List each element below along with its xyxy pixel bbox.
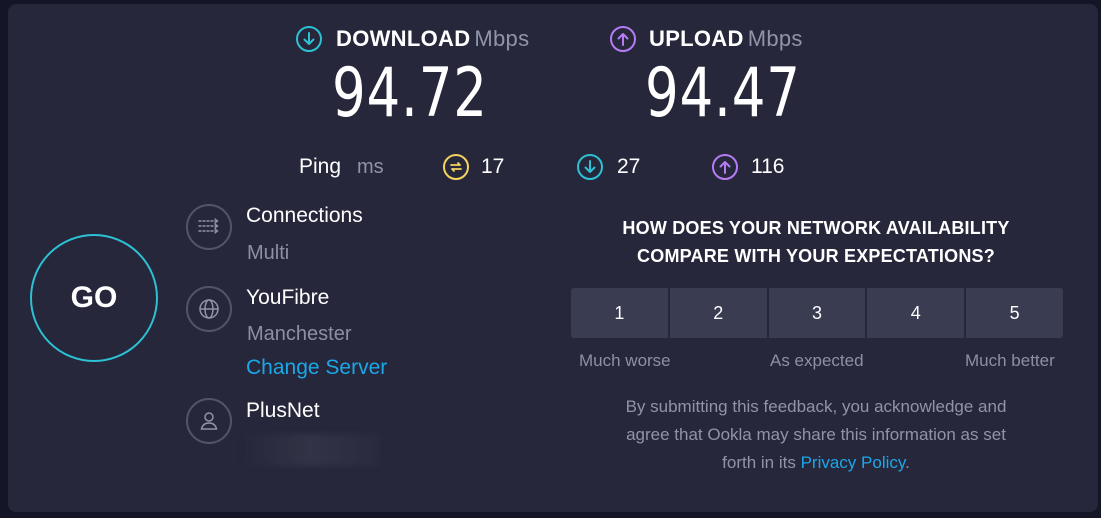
feedback-question-line1: HOW DOES YOUR NETWORK AVAILABILITY xyxy=(622,218,1010,238)
connections-value[interactable]: Multi xyxy=(247,242,289,265)
connections-title: Connections xyxy=(246,204,363,227)
rating-option-1[interactable]: 1 xyxy=(571,288,670,338)
go-label: GO xyxy=(70,281,118,314)
rating-option-5[interactable]: 5 xyxy=(966,288,1063,338)
upload-value: 94.47 xyxy=(645,54,801,133)
scale-mid-label: As expected xyxy=(770,351,864,370)
upload-latency-icon xyxy=(712,154,738,180)
user-icon xyxy=(186,398,232,444)
redacted-ip-address xyxy=(240,434,380,466)
change-server-link[interactable]: Change Server xyxy=(246,356,387,380)
ping-label: Ping xyxy=(299,155,342,178)
ping-unit: ms xyxy=(357,156,384,178)
server-name: YouFibre xyxy=(246,286,330,309)
upload-unit: Mbps xyxy=(747,26,803,51)
idle-ping-value: 17 xyxy=(481,155,505,178)
disclaimer-period: . xyxy=(905,453,910,472)
disclaimer-line3: forth in its Privacy Policy. xyxy=(570,449,1062,477)
connections-icon xyxy=(186,204,232,250)
download-ping-value: 27 xyxy=(617,155,641,178)
feedback-question: HOW DOES YOUR NETWORK AVAILABILITY COMPA… xyxy=(570,214,1062,270)
go-button[interactable]: GO xyxy=(30,234,158,362)
provider-name: PlusNet xyxy=(246,399,320,422)
download-header: DOWNLOAD Mbps xyxy=(336,26,529,52)
upload-ping-value: 116 xyxy=(751,155,785,178)
disclaimer-line3-text: forth in its xyxy=(722,453,796,472)
download-latency-icon xyxy=(577,154,603,180)
rating-option-3[interactable]: 3 xyxy=(768,288,868,338)
rating-scale: 1 2 3 4 5 xyxy=(571,288,1063,338)
download-arrow-icon xyxy=(296,26,322,52)
scale-low-label: Much worse xyxy=(579,351,671,370)
server-location: Manchester xyxy=(247,323,352,345)
upload-arrow-icon xyxy=(610,26,636,52)
scale-high-label: Much better xyxy=(965,351,1055,370)
download-title: DOWNLOAD xyxy=(336,26,471,51)
upload-title: UPLOAD xyxy=(649,26,744,51)
rating-option-4[interactable]: 4 xyxy=(867,288,967,338)
upload-header: UPLOAD Mbps xyxy=(649,26,803,52)
feedback-question-line2: COMPARE WITH YOUR EXPECTATIONS? xyxy=(637,246,995,266)
disclaimer-line2: agree that Ookla may share this informat… xyxy=(626,425,1006,444)
privacy-policy-link[interactable]: Privacy Policy xyxy=(801,453,906,472)
idle-latency-icon xyxy=(443,154,469,180)
feedback-disclaimer: By submitting this feedback, you acknowl… xyxy=(570,393,1062,477)
download-value: 94.72 xyxy=(332,54,488,133)
globe-icon xyxy=(186,286,232,332)
download-unit: Mbps xyxy=(474,26,530,51)
disclaimer-line1: By submitting this feedback, you acknowl… xyxy=(625,397,1007,416)
rating-option-2[interactable]: 2 xyxy=(669,288,769,338)
